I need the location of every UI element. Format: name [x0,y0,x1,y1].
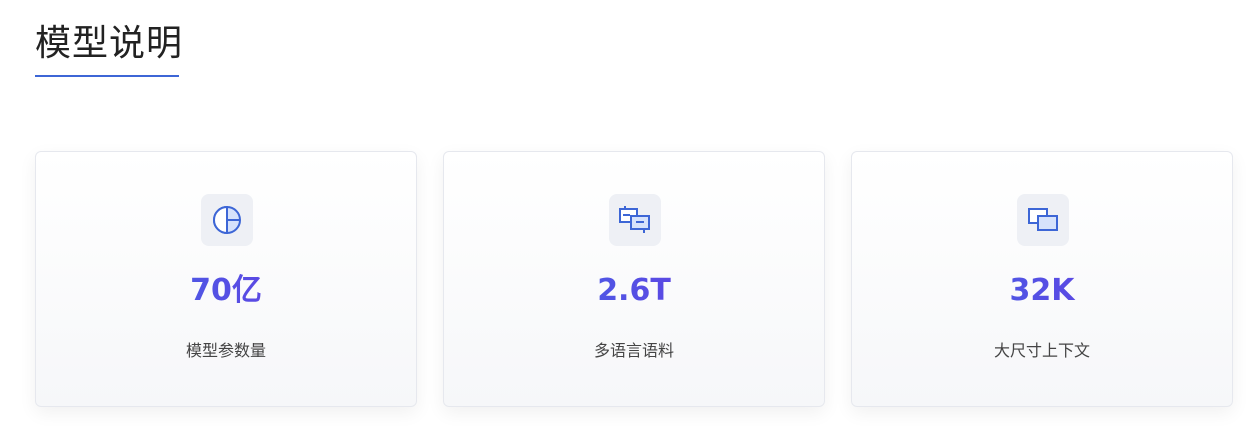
pie-chart-icon [201,194,253,246]
section-header: 模型说明 [35,18,182,77]
stat-value: 32K [852,272,1232,310]
title-underline [35,75,179,77]
stat-card-context: 32K 大尺寸上下文 [851,151,1233,407]
stat-card-parameters: 70亿 模型参数量 [35,151,417,407]
translate-icon [609,194,661,246]
stat-value: 70亿 [36,272,416,310]
stat-value: 2.6T [444,272,824,310]
stat-card-corpus: 2.6T 多语言语料 [443,151,825,407]
stat-label: 大尺寸上下文 [993,341,1090,360]
section-title: 模型说明 [35,23,184,64]
stat-label: 模型参数量 [185,341,266,360]
stats-cards: 70亿 模型参数量 2.6T 多语言语料 32K 大尺寸上下文 [35,151,1235,409]
stat-label: 多语言语料 [593,341,674,360]
context-window-icon [1017,194,1069,246]
